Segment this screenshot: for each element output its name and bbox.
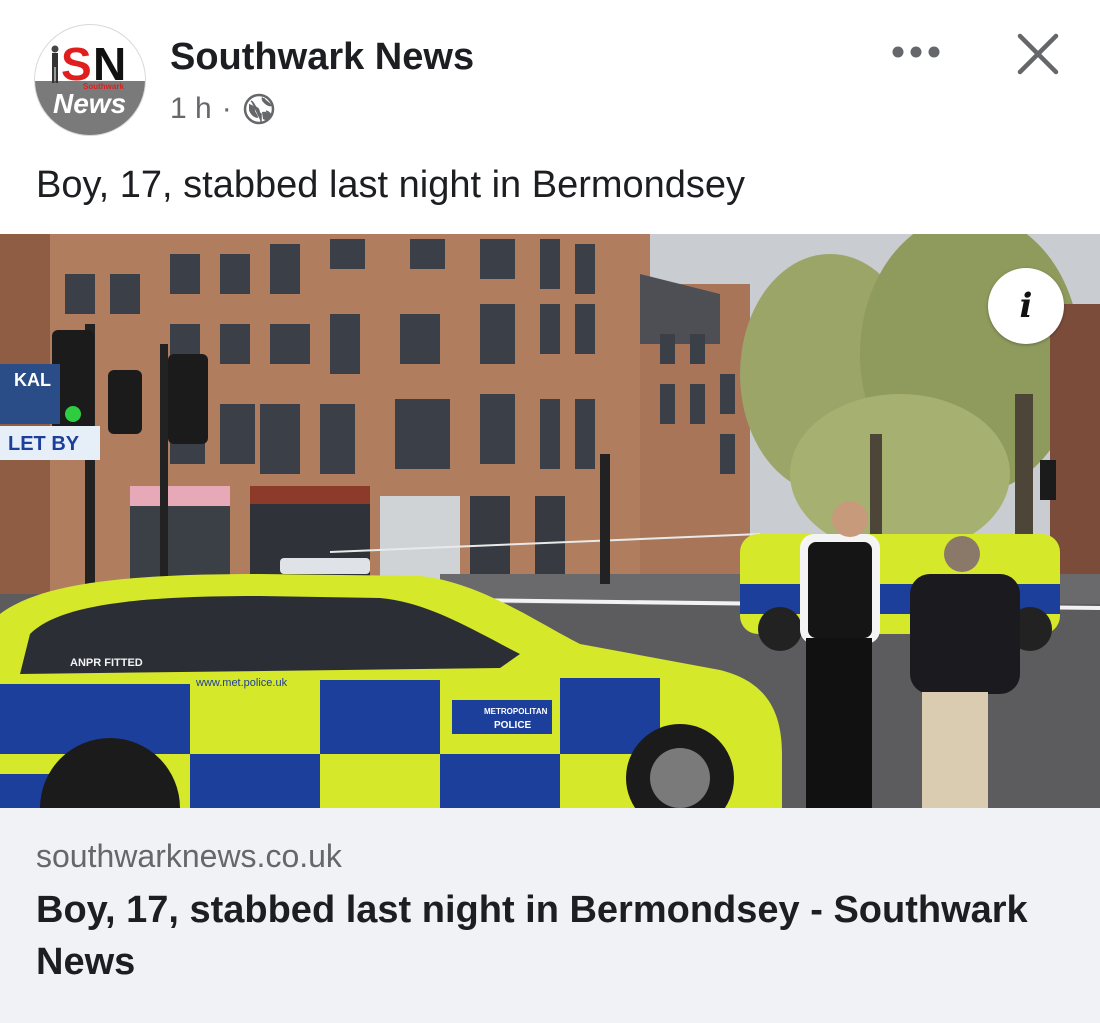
sign-text-kal: KAL [14,370,51,390]
car-text-metropolitan: METROPOLITAN [484,707,548,716]
close-icon[interactable] [1008,24,1068,84]
meta-separator: · [221,92,232,125]
avatar-logo-n: N [93,38,126,90]
avatar-person-icon [51,45,59,83]
page-avatar[interactable]: S N Southwark News [34,24,146,136]
link-preview-domain: southwarknews.co.uk [36,838,342,874]
sign-text-let-by: LET BY [8,433,80,455]
page-name-link[interactable]: Southwark News [170,34,474,80]
photo-scene: KAL LET BY ANPR FITTED www.met.police.uk… [0,234,1100,808]
info-icon[interactable]: i [988,268,1064,344]
post-photo[interactable]: KAL LET BY ANPR FITTED www.met.police.uk… [0,234,1100,808]
facebook-post: S N Southwark News Southwark News 1 h · [0,0,1100,1023]
more-horizontal-icon [892,46,940,58]
car-text-anpr: ANPR FITTED [70,657,143,669]
post-meta: 1 h · [170,88,276,130]
car-text-police: POLICE [494,720,532,731]
post-header: S N Southwark News Southwark News 1 h · [0,0,1100,150]
globe-icon[interactable] [242,92,276,126]
link-preview-title[interactable]: Boy, 17, stabbed last night in Bermondse… [36,884,1036,988]
post-caption: Boy, 17, stabbed last night in Bermondse… [36,164,746,206]
more-options-button[interactable] [884,30,948,74]
avatar-logo-news: News [53,88,127,119]
avatar-logo-s: S [61,38,92,90]
car-text-website: www.met.police.uk [195,677,288,689]
post-time[interactable]: 1 h [170,92,212,126]
